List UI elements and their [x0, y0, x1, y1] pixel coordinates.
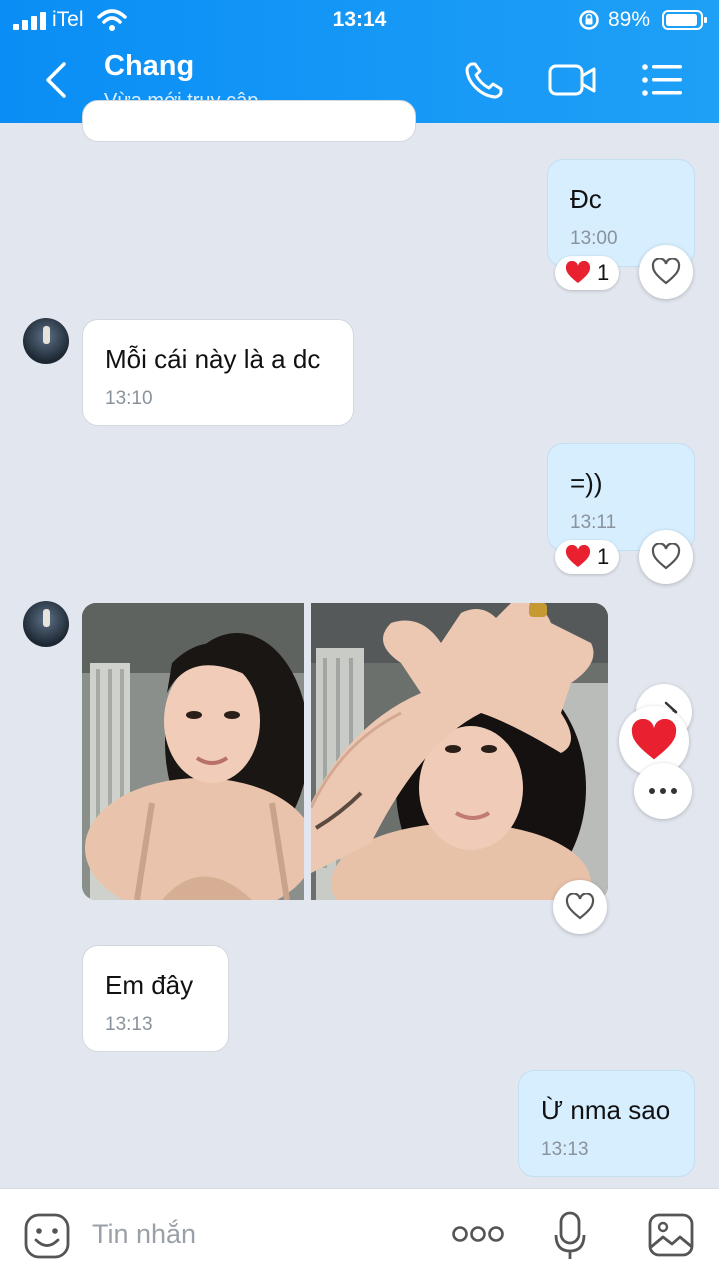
- message-input-bar: Tin nhắn: [0, 1188, 719, 1280]
- message-time: 13:11: [570, 512, 617, 533]
- heart-icon: [631, 719, 677, 760]
- sticker-icon[interactable]: [24, 1213, 70, 1259]
- mic-icon[interactable]: [554, 1211, 586, 1261]
- like-button[interactable]: [639, 530, 693, 584]
- message-time: 13:10: [105, 388, 153, 409]
- heart-outline-icon: [651, 258, 681, 285]
- contact-name[interactable]: Chang: [104, 50, 194, 83]
- rotation-lock-icon: [579, 10, 599, 30]
- message-input[interactable]: Tin nhắn: [92, 1219, 196, 1250]
- reaction-summary[interactable]: 1: [555, 256, 620, 290]
- more-icon: [649, 788, 677, 794]
- like-button[interactable]: [553, 880, 607, 934]
- photo-right[interactable]: [311, 603, 608, 900]
- message-text: Em đây: [105, 970, 194, 1000]
- photo-left[interactable]: [82, 603, 304, 900]
- more-options-button[interactable]: [634, 763, 692, 819]
- heart-icon: [565, 261, 591, 283]
- like-button[interactable]: [639, 245, 693, 299]
- message-bubble-partial: [82, 100, 416, 142]
- image-icon[interactable]: [648, 1213, 694, 1257]
- video-icon[interactable]: [548, 58, 596, 102]
- heart-icon: [565, 545, 591, 567]
- message-text: Ừ nma sao: [541, 1095, 671, 1125]
- message-time: 13:13: [541, 1139, 589, 1160]
- message-time: 13:13: [105, 1014, 153, 1035]
- heart-outline-icon: [565, 893, 595, 920]
- message-text: Mỗi cái này là a dc: [105, 344, 321, 374]
- reaction-count: 1: [597, 260, 610, 285]
- message-bubble-outgoing[interactable]: Ừ nma sao 13:13: [518, 1070, 695, 1177]
- message-time: 13:00: [570, 228, 618, 249]
- back-icon[interactable]: [40, 58, 74, 102]
- heart-outline-icon: [651, 543, 681, 570]
- avatar[interactable]: [23, 601, 69, 647]
- message-bubble-incoming[interactable]: Em đây 13:13: [82, 945, 229, 1052]
- battery-percent: 89%: [608, 8, 651, 31]
- battery-icon: [662, 10, 707, 30]
- message-text: Đc: [570, 184, 602, 214]
- menu-icon[interactable]: [640, 58, 688, 102]
- message-text: =)): [570, 468, 603, 498]
- reaction-count: 1: [597, 544, 610, 569]
- phone-icon[interactable]: [462, 58, 510, 102]
- more-icon[interactable]: [452, 1225, 504, 1243]
- message-bubble-incoming[interactable]: Mỗi cái này là a dc 13:10: [82, 319, 354, 426]
- reaction-summary[interactable]: 1: [555, 540, 620, 574]
- status-bar: iTel 13:14 89%: [0, 6, 719, 36]
- avatar[interactable]: [23, 318, 69, 364]
